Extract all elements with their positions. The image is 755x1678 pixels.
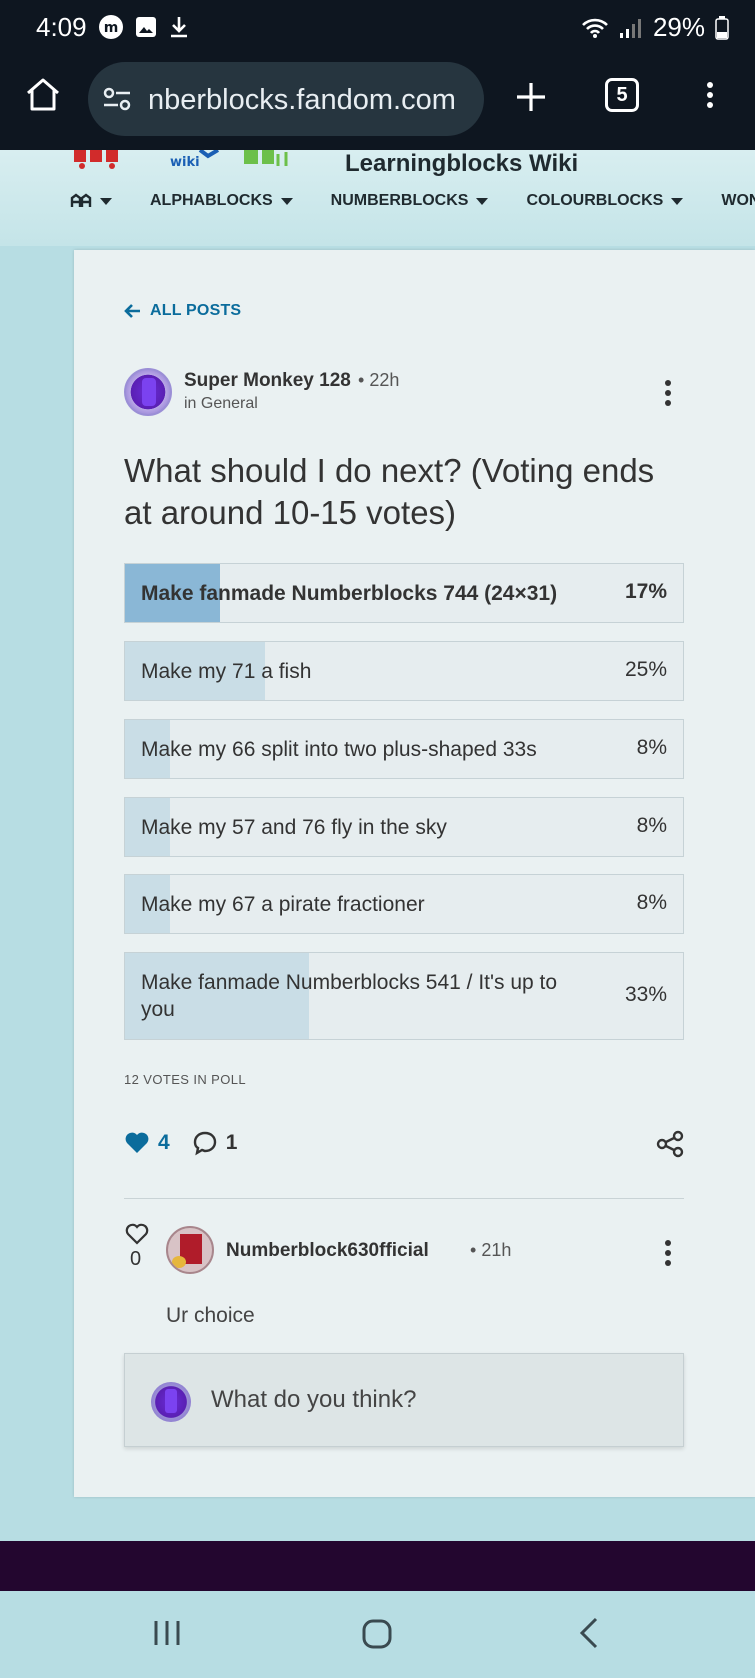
download-icon [171, 17, 187, 38]
nav-item-colourblocks[interactable]: COLOURBLOCKS [526, 192, 684, 210]
wiki-nav: ALPHABLOCKS NUMBERBLOCKS COLOURBLOCKS WO… [70, 192, 755, 210]
chevron-down-icon [280, 197, 293, 205]
heart-filled-icon[interactable] [124, 1131, 150, 1155]
messenger-icon: m [99, 15, 123, 39]
wiki-logo[interactable]: wiki [72, 150, 312, 172]
tab-switcher-button[interactable]: 5 [605, 78, 639, 112]
reply-time-value: 21h [481, 1240, 512, 1260]
address-bar[interactable]: nberblocks.fandom.com [88, 62, 484, 136]
battery-percent: 29% [652, 12, 705, 42]
browser-toolbar: nberblocks.fandom.com 5 [0, 56, 755, 150]
post-card: ALL POSTS Super Monkey 128 • 22h in Gene… [74, 250, 755, 1497]
like-count: 4 [158, 1131, 170, 1154]
reply-like-count: 0 [130, 1248, 142, 1270]
divider [124, 1198, 684, 1199]
chevron-down-icon [476, 197, 489, 205]
post-time: • 22h [358, 370, 400, 390]
nav-item-numberblocks[interactable]: NUMBERBLOCKS [331, 192, 489, 210]
comment-input[interactable]: What do you think? [124, 1353, 684, 1447]
author-name[interactable]: Super Monkey 128 [184, 370, 351, 392]
tab-count: 5 [616, 84, 628, 106]
nav-label: ALPHABLOCKS [150, 192, 273, 209]
reply-text: Ur choice [166, 1304, 255, 1327]
fandom-logo-icon [70, 193, 92, 207]
poll-option-percent: 17% [624, 580, 667, 603]
user-avatar [151, 1382, 191, 1422]
recent-apps-icon[interactable] [152, 1619, 182, 1647]
poll-option-label: Make my 66 split into two plus-shaped 33… [141, 738, 537, 761]
post-time-value: 22h [369, 370, 400, 390]
poll-option[interactable]: Make my 67 a pirate fractioner 8% [124, 874, 684, 934]
poll-option-label: Make fanmade Numberblocks 744 (24×31) [141, 582, 558, 605]
svg-text:m: m [104, 20, 119, 36]
notification-icons: m [98, 14, 190, 40]
all-posts-link[interactable]: ALL POSTS [124, 302, 241, 320]
poll-option-percent: 8% [636, 891, 667, 914]
signal-icon [619, 18, 641, 38]
wiki-title[interactable]: Learningblocks Wiki [345, 150, 578, 178]
nav-label: COLOURBLOCKS [526, 192, 664, 209]
poll-option-label: Make my 57 and 76 fly in the sky [141, 816, 447, 839]
gallery-icon [136, 17, 156, 37]
poll-option[interactable]: Make fanmade Numberblocks 541 / It's up … [124, 952, 684, 1040]
poll-option[interactable]: Make my 71 a fish 25% [124, 641, 684, 701]
poll-vote-count: 12 VOTES IN POLL [124, 1072, 247, 1087]
comment-placeholder: What do you think? [211, 1386, 417, 1413]
poll-option-label: Make fanmade Numberblocks 541 / It's up … [141, 971, 558, 1021]
chevron-down-icon [100, 197, 112, 205]
heart-outline-icon[interactable] [124, 1222, 150, 1246]
post-category[interactable]: in General [184, 395, 258, 413]
wifi-icon [582, 18, 608, 38]
reply-more-options-icon[interactable] [664, 1240, 672, 1270]
arrow-left-icon [124, 304, 140, 318]
status-right: 29% [581, 12, 729, 43]
author-avatar[interactable] [124, 368, 172, 416]
site-header: wiki Learningblocks Wiki ALPHABLOCKS NUM… [0, 150, 755, 246]
nav-item-won[interactable]: WON [721, 192, 755, 210]
url-text: nberblocks.fandom.com [148, 84, 456, 116]
poll-option[interactable]: Make my 57 and 76 fly in the sky 8% [124, 797, 684, 857]
reply-avatar[interactable] [166, 1226, 214, 1274]
poll-option-percent: 8% [636, 814, 667, 837]
all-posts-label: ALL POSTS [150, 302, 242, 319]
nav-label: NUMBERBLOCKS [330, 192, 469, 209]
nav-label: WON [721, 192, 755, 209]
browser-menu-icon[interactable] [706, 82, 714, 112]
battery-icon [715, 15, 729, 40]
comment-icon[interactable] [192, 1130, 218, 1156]
reply-author[interactable]: Numberblock630fficial [226, 1240, 429, 1262]
new-tab-icon[interactable] [514, 80, 548, 114]
poll-option[interactable]: Make my 66 split into two plus-shaped 33… [124, 719, 684, 779]
site-settings-icon[interactable] [102, 84, 132, 114]
svg-text:wiki: wiki [170, 155, 200, 170]
post-actions: 4 1 [124, 1130, 237, 1156]
poll-option-label: Make my 71 a fish [141, 660, 312, 683]
nav-home-menu[interactable] [70, 193, 112, 209]
status-bar: 4:09 m 29% [0, 0, 755, 56]
back-icon[interactable] [578, 1617, 600, 1649]
comment-count: 1 [225, 1131, 238, 1154]
poll-option-percent: 25% [624, 658, 667, 681]
reply-time: • 21h [470, 1240, 512, 1260]
site-footer [0, 1541, 755, 1591]
chevron-down-icon [671, 197, 684, 205]
home-icon[interactable] [24, 76, 62, 112]
poll-option-label: Make my 67 a pirate fractioner [141, 893, 425, 916]
post-more-options-icon[interactable] [664, 380, 672, 410]
share-icon[interactable] [656, 1130, 684, 1158]
nav-item-alphablocks[interactable]: ALPHABLOCKS [150, 192, 293, 210]
system-nav-bar [0, 1591, 755, 1678]
home-button-icon[interactable] [362, 1619, 392, 1649]
status-time: 4:09 [36, 12, 87, 42]
poll-option-percent: 33% [624, 983, 667, 1006]
post-title: What should I do next? (Voting ends at a… [124, 452, 655, 531]
poll-option[interactable]: Make fanmade Numberblocks 744 (24×31) 17… [124, 563, 684, 623]
poll-option-percent: 8% [636, 736, 667, 759]
